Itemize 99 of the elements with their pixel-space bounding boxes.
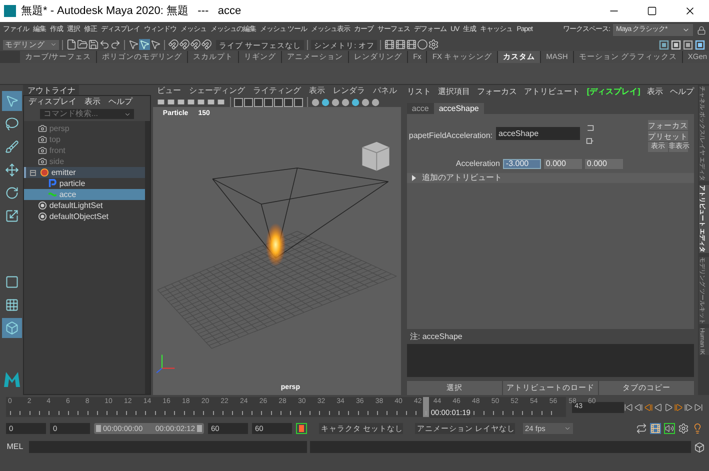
particle-icon bbox=[48, 179, 58, 188]
attribute-value-field[interactable]: 0.000 bbox=[544, 159, 582, 169]
window-title: 無題* - Autodesk Maya 2020: 無題 --- acce bbox=[21, 4, 242, 19]
menu-item[interactable]: ヘルプ bbox=[670, 86, 694, 98]
particle-glow bbox=[266, 223, 286, 266]
select-component-icon[interactable] bbox=[150, 39, 161, 50]
animation-preferences-icon[interactable] bbox=[678, 423, 689, 434]
snap-curve-icon[interactable] bbox=[179, 39, 190, 50]
menu-item[interactable]: ヘルプ bbox=[108, 96, 132, 108]
menu-item[interactable]: 表示 bbox=[84, 96, 100, 108]
tool-settings-icon[interactable] bbox=[683, 40, 693, 50]
node-tab[interactable]: acce bbox=[406, 103, 434, 114]
menu-item[interactable]: 表示 bbox=[647, 86, 664, 98]
menu-item[interactable]: 表示 bbox=[308, 85, 325, 97]
step-forward-key-icon[interactable] bbox=[674, 402, 683, 412]
undo-icon[interactable] bbox=[99, 39, 110, 50]
menu-item[interactable]: パネル bbox=[372, 85, 397, 97]
attribute-label: Acceleration bbox=[454, 158, 500, 170]
expand-toggle-icon[interactable] bbox=[30, 170, 36, 176]
select-hierarchy-icon[interactable] bbox=[128, 39, 139, 50]
node-name-field[interactable]: acceShape bbox=[496, 127, 580, 140]
field-icon bbox=[48, 190, 58, 199]
attribute-editor-icon[interactable] bbox=[671, 40, 681, 50]
modeling-toolkit-icon[interactable] bbox=[659, 40, 669, 50]
script-language-label[interactable]: MEL bbox=[4, 441, 26, 453]
render-setup-icon[interactable] bbox=[428, 39, 440, 50]
sound-icon[interactable] bbox=[664, 423, 675, 434]
menu-item[interactable]: ディスプレイ bbox=[28, 96, 76, 108]
open-folder-icon[interactable] bbox=[77, 39, 88, 50]
attribute-value-field[interactable]: -3.000 bbox=[502, 159, 541, 169]
go-to-end-icon[interactable] bbox=[694, 402, 703, 412]
redo-icon[interactable] bbox=[110, 39, 121, 50]
maximize-icon[interactable] bbox=[647, 6, 657, 16]
new-scene-icon[interactable] bbox=[66, 39, 77, 50]
playback-settings-icon[interactable] bbox=[650, 423, 661, 434]
caret-icon[interactable] bbox=[50, 41, 57, 48]
panel-title: アウトライナ bbox=[23, 85, 80, 95]
snap-point-icon[interactable] bbox=[190, 39, 201, 50]
notes-label: 注: acceShape bbox=[408, 331, 464, 343]
select-object-icon[interactable] bbox=[139, 39, 150, 50]
menu-item[interactable]: シェーディング bbox=[188, 85, 245, 97]
ipr-render-icon[interactable] bbox=[395, 39, 406, 50]
brush-icon bbox=[4, 140, 19, 154]
scale-arrow-icon bbox=[4, 209, 19, 223]
attribute-value-field[interactable]: 0.000 bbox=[584, 159, 623, 169]
caret-icon[interactable] bbox=[124, 110, 131, 118]
menu-item[interactable]: レンダラ bbox=[332, 85, 365, 97]
scrollbar[interactable] bbox=[144, 121, 150, 394]
square-icon bbox=[4, 275, 19, 289]
render-frame-icon[interactable] bbox=[384, 39, 396, 50]
cube-icon bbox=[4, 321, 19, 335]
menu-item[interactable]: 選択項目 bbox=[438, 86, 470, 98]
outliner-item[interactable]: defaultLightSet bbox=[24, 200, 145, 211]
menu-item[interactable]: フォーカス bbox=[476, 86, 517, 98]
app-logo-icon bbox=[4, 5, 16, 17]
outliner-item[interactable]: defaultObjectSet bbox=[24, 211, 145, 222]
axis-icon bbox=[156, 354, 175, 374]
loop-icon[interactable] bbox=[636, 423, 647, 434]
outliner-item[interactable]: emitter bbox=[24, 167, 145, 178]
script-editor-icon[interactable] bbox=[694, 442, 705, 452]
output-connection-icon[interactable] bbox=[586, 137, 594, 145]
caret-icon[interactable] bbox=[564, 425, 571, 432]
move-arrows-icon bbox=[4, 163, 19, 177]
lock-icon[interactable] bbox=[697, 26, 706, 34]
snap-surface-icon[interactable] bbox=[201, 39, 212, 50]
menu-item[interactable]: ビュー bbox=[156, 85, 181, 97]
node-tab[interactable]: acceShape bbox=[434, 103, 484, 114]
save-icon[interactable] bbox=[88, 39, 99, 50]
go-to-start-icon[interactable] bbox=[624, 402, 633, 412]
rotate-arrow-icon bbox=[4, 186, 19, 200]
emitter-icon bbox=[40, 168, 50, 177]
render-settings-icon[interactable] bbox=[406, 39, 418, 50]
outliner-item[interactable]: particle bbox=[24, 178, 145, 189]
notes-field[interactable] bbox=[406, 344, 694, 377]
caret-icon[interactable] bbox=[682, 26, 690, 34]
expand-arrow-icon[interactable] bbox=[412, 175, 416, 181]
step-forward-icon[interactable] bbox=[684, 402, 693, 412]
command-input-field[interactable] bbox=[29, 441, 307, 453]
snap-grid-icon[interactable] bbox=[168, 39, 179, 50]
outliner-layout-button[interactable] bbox=[2, 318, 22, 338]
playhead[interactable] bbox=[422, 397, 429, 417]
step-back-key-icon[interactable] bbox=[644, 402, 653, 412]
select-tool-button[interactable] bbox=[2, 91, 22, 111]
input-connection-icon[interactable] bbox=[586, 124, 594, 132]
menu-item[interactable]: リスト bbox=[406, 86, 431, 98]
menu-item[interactable]: [ディスプレイ] bbox=[586, 86, 640, 98]
menu-item[interactable]: アトリビュート bbox=[524, 86, 580, 98]
step-back-icon[interactable] bbox=[634, 402, 643, 412]
auto-key-button[interactable] bbox=[296, 423, 307, 434]
view-cube-icon[interactable] bbox=[362, 142, 390, 172]
menu-item[interactable]: ライティング bbox=[252, 85, 301, 97]
section-header[interactable]: 追加のアトリビュート bbox=[406, 173, 694, 183]
close-icon[interactable] bbox=[684, 5, 696, 17]
hypershade-icon[interactable] bbox=[417, 39, 428, 50]
play-forwards-icon[interactable] bbox=[664, 402, 673, 412]
play-backwards-icon[interactable] bbox=[654, 402, 663, 412]
arrow-pointer-icon bbox=[4, 94, 19, 108]
node-type-label: papetFieldAcceleration: bbox=[408, 130, 493, 142]
lasso-icon bbox=[4, 117, 19, 131]
